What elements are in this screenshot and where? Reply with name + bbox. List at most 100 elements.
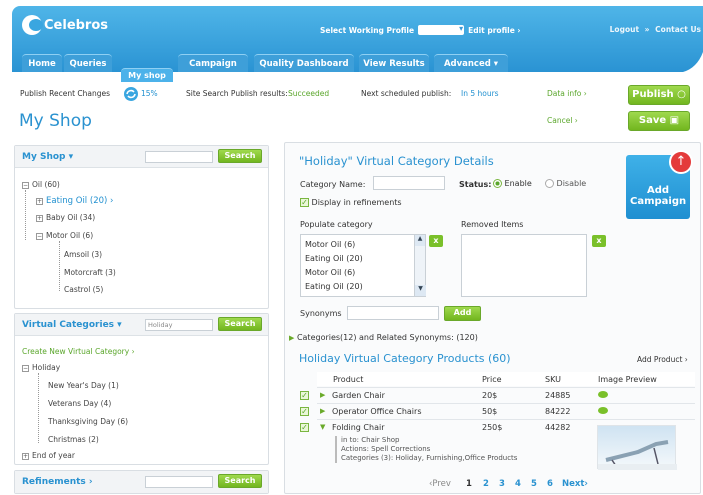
publish-button[interactable]: Publish ○	[628, 85, 690, 105]
row-expand-icon[interactable]: ▶	[320, 391, 325, 399]
publish-status-bar: Publish Recent Changes 15% Site Search P…	[20, 87, 700, 101]
my-shop-search-button[interactable]: Search	[218, 149, 262, 163]
refinements-toggle[interactable]: Refinements ›	[22, 477, 93, 487]
page-4[interactable]: 4	[515, 479, 521, 489]
virtual-search-button[interactable]: Search	[218, 317, 262, 331]
list-item[interactable]: Motor Oil (6)	[305, 240, 355, 249]
refinements-search-input[interactable]	[145, 476, 213, 488]
tree-item[interactable]: Castrol (5)	[64, 285, 103, 294]
page-6[interactable]: 6	[547, 479, 553, 489]
tree-item[interactable]: Amsoil (3)	[64, 250, 102, 259]
tree-item[interactable]: Christmas (2)	[48, 435, 99, 444]
virtual-categories-dropdown[interactable]: Virtual Categories ▾	[22, 320, 122, 330]
product-price: 50$	[482, 407, 498, 416]
row-checkbox[interactable]: ✓	[300, 407, 309, 416]
save-button[interactable]: Save ▣	[628, 111, 690, 131]
scroll-up-icon[interactable]: ▲	[415, 235, 425, 246]
categories-synonyms-toggle[interactable]: ▶ Categories(12) and Related Synonyms: (…	[289, 333, 478, 342]
add-campaign-label: Add Campaign	[630, 185, 687, 207]
page-1[interactable]: 1	[466, 479, 472, 489]
populate-category-list[interactable]: Motor Oil (6) Eating Oil (20) Motor Oil …	[300, 234, 426, 297]
preview-eye-icon[interactable]	[598, 391, 608, 398]
tree-item[interactable]: New Year's Day (1)	[48, 381, 119, 390]
collapse-icon[interactable]: −	[22, 364, 29, 372]
tree-item[interactable]: − Motor Oil (6)	[36, 231, 93, 240]
header-links: Logout » Contact Us	[610, 25, 701, 34]
data-info-link[interactable]: Data info ›	[547, 89, 587, 98]
refinements-search-button[interactable]: Search	[218, 474, 262, 488]
page-5[interactable]: 5	[531, 479, 537, 489]
publish-recent-link[interactable]: Publish Recent Changes	[20, 89, 110, 98]
tree-item[interactable]: Thanksgiving Day (6)	[48, 417, 128, 426]
radio-selected-icon	[493, 179, 502, 188]
next-page-link[interactable]: Next›	[562, 479, 588, 489]
preview-eye-icon[interactable]	[598, 407, 608, 414]
expand-icon[interactable]: +	[22, 452, 29, 460]
row-checkbox[interactable]: ✓	[300, 391, 309, 400]
up-arrow-icon: ↑	[669, 150, 693, 174]
remove-removed-item-button[interactable]: x	[592, 235, 606, 247]
my-shop-dropdown[interactable]: My Shop ▾	[22, 152, 73, 162]
tab-my-shop[interactable]: My shop	[121, 68, 173, 82]
tree-item[interactable]: − Oil (60)	[22, 180, 60, 189]
detail-categories: Categories (3): Holiday, Furnishing,Offi…	[341, 454, 518, 462]
collapse-icon[interactable]: −	[36, 232, 43, 240]
populate-category-label: Populate category	[300, 220, 373, 229]
row-checkbox[interactable]: ✓	[300, 423, 309, 432]
status-label: Status:	[459, 180, 492, 189]
tree-item[interactable]: − Holiday	[22, 363, 60, 372]
cancel-link[interactable]: Cancel ›	[547, 116, 578, 125]
synonyms-input[interactable]	[347, 306, 439, 320]
remove-from-populate-button[interactable]: x	[429, 235, 443, 247]
disable-radio[interactable]: Disable	[545, 179, 586, 188]
tree-item[interactable]: + Baby Oil (34)	[36, 213, 95, 222]
sync-icon	[124, 87, 138, 101]
logo-text: Celebros	[44, 17, 109, 33]
virtual-search-input[interactable]: Holiday	[145, 319, 213, 331]
tab-advanced[interactable]: Advanced ▾	[434, 54, 508, 72]
product-name[interactable]: Folding Chair	[332, 423, 385, 432]
enable-radio[interactable]: Enable	[493, 179, 532, 188]
expand-icon[interactable]: +	[36, 214, 43, 222]
add-synonym-button[interactable]: Add	[444, 306, 481, 321]
create-virtual-category-link[interactable]: Create New Virtual Category ›	[22, 347, 135, 356]
edit-profile-link[interactable]: Edit profile ›	[468, 26, 520, 35]
collapse-icon[interactable]: −	[22, 181, 29, 189]
tab-queries[interactable]: Queries	[64, 54, 112, 72]
page-3[interactable]: 3	[499, 479, 505, 489]
profile-dropdown[interactable]	[418, 24, 465, 35]
add-product-link[interactable]: Add Product ›	[637, 355, 688, 364]
list-item[interactable]: Eating Oil (20)	[305, 282, 363, 291]
tab-quality-dashboard[interactable]: Quality Dashboard	[254, 54, 354, 72]
next-publish-label: Next scheduled publish:	[361, 89, 452, 98]
tree-item[interactable]: Motorcraft (3)	[64, 268, 116, 277]
logout-link[interactable]: Logout	[610, 25, 639, 34]
expand-icon[interactable]: +	[36, 197, 43, 205]
list-scrollbar[interactable]: ▲ ▼	[414, 235, 426, 296]
product-name[interactable]: Operator Office Chairs	[332, 407, 421, 416]
page-2[interactable]: 2	[483, 479, 489, 489]
row-collapse-icon[interactable]: ▼	[320, 423, 325, 431]
col-sku: SKU	[545, 375, 561, 384]
tab-home[interactable]: Home	[22, 54, 62, 72]
category-name-input[interactable]	[373, 176, 445, 190]
prev-page-link[interactable]: ‹Prev	[429, 479, 451, 489]
removed-items-list[interactable]	[461, 234, 587, 297]
my-shop-search-input[interactable]	[145, 151, 213, 163]
tab-view-results[interactable]: View Results	[359, 54, 429, 72]
tab-campaign[interactable]: Campaign	[178, 54, 248, 72]
contact-link[interactable]: Contact Us	[655, 25, 701, 34]
display-refinements-checkbox[interactable]: ✓ Display in refinements	[300, 198, 402, 207]
list-item[interactable]: Eating Oil (20)	[305, 254, 363, 263]
scroll-down-icon[interactable]: ▼	[415, 285, 426, 296]
tree-item[interactable]: Veterans Day (4)	[48, 399, 111, 408]
celebros-logo[interactable]: Celebros	[22, 15, 108, 35]
tree-item[interactable]: + End of year	[22, 451, 75, 460]
synonyms-label: Synonyms	[300, 309, 342, 318]
add-campaign-button[interactable]: ↑ Add Campaign	[626, 150, 693, 219]
product-name[interactable]: Garden Chair	[332, 391, 385, 400]
row-expand-icon[interactable]: ▶	[320, 407, 325, 415]
tree-item[interactable]: + Eating Oil (20) ›	[36, 196, 113, 206]
product-image-preview	[597, 425, 677, 470]
list-item[interactable]: Motor Oil (6)	[305, 268, 355, 277]
